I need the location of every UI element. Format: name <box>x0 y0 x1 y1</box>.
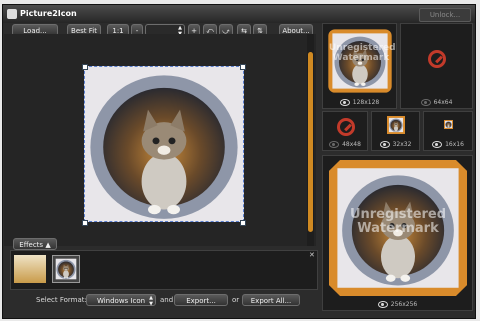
preview-16[interactable]: 16x16 <box>423 111 473 151</box>
disabled-icon <box>337 118 355 136</box>
scrollbar-thumb[interactable] <box>308 52 313 232</box>
export-all-button[interactable]: Export All... <box>242 294 300 306</box>
effects-label: Effects <box>19 241 44 249</box>
canvas-scrollbar[interactable] <box>307 34 314 246</box>
spin-arrows-icon: ▲▼ <box>149 295 153 307</box>
crop-selection[interactable] <box>84 66 244 222</box>
crop-handle-top-right[interactable] <box>240 64 246 70</box>
eye-icon[interactable] <box>339 99 350 106</box>
eye-icon[interactable] <box>379 141 390 148</box>
effects-button[interactable]: Effects ▲ <box>13 238 57 250</box>
format-select[interactable]: Windows Icon ▲ ▼ <box>86 294 156 307</box>
preview-48[interactable]: 48x48 <box>322 111 368 151</box>
preview-128-caption: 128x128 <box>323 99 396 106</box>
format-selected-value: Windows Icon <box>96 297 146 305</box>
disabled-icon <box>428 50 446 68</box>
preview-32-caption: 32x32 <box>372 141 419 148</box>
eye-icon[interactable] <box>329 141 340 148</box>
crop-handle-top-left[interactable] <box>82 64 88 70</box>
effect-thumbnail-sepia[interactable] <box>14 255 46 283</box>
unlock-button[interactable]: Unlock... <box>419 8 471 22</box>
preview-256[interactable]: Unregistered Watermark 256x256 <box>322 155 473 311</box>
preview-128[interactable]: Unregistered Watermark 128x128 <box>322 23 397 109</box>
and-label: and <box>160 296 174 304</box>
preview-16-label: 16x16 <box>445 141 464 148</box>
preview-16-caption: 16x16 <box>424 141 472 148</box>
chevron-up-icon: ▲ <box>45 241 51 249</box>
preview-32-image <box>387 116 405 134</box>
title-bar: Picture2Icon Unlock... <box>3 5 475 23</box>
eye-icon[interactable] <box>377 301 388 308</box>
app-icon <box>7 9 17 19</box>
export-button[interactable]: Export... <box>174 294 228 306</box>
preview-256-caption: 256x256 <box>323 301 472 308</box>
eye-icon[interactable] <box>432 141 443 148</box>
or-label: or <box>232 296 240 304</box>
preview-48-caption: 48x48 <box>323 141 367 148</box>
close-icon[interactable]: ✕ <box>309 252 316 259</box>
crop-handle-bottom-right[interactable] <box>240 220 246 226</box>
preview-128-watermark: Unregistered Watermark <box>329 43 396 63</box>
preview-32[interactable]: 32x32 <box>371 111 420 151</box>
preview-64-caption: 64x64 <box>401 99 472 106</box>
window-title: Picture2Icon <box>20 9 77 18</box>
preview-256-label: 256x256 <box>390 301 418 308</box>
preview-256-watermark: Unregistered Watermark <box>349 207 447 237</box>
preview-32-label: 32x32 <box>392 141 412 148</box>
crop-handle-bottom-left[interactable] <box>82 220 88 226</box>
eye-icon[interactable] <box>420 99 431 106</box>
select-format-label: Select Format: <box>36 296 87 304</box>
preview-64[interactable]: 64x64 <box>400 23 473 109</box>
preview-48-label: 48x48 <box>342 141 361 148</box>
preview-16-image <box>444 120 453 129</box>
preview-128-label: 128x128 <box>352 99 380 106</box>
preview-64-label: 64x64 <box>433 99 453 106</box>
effect-thumbnail-round[interactable] <box>52 255 80 283</box>
